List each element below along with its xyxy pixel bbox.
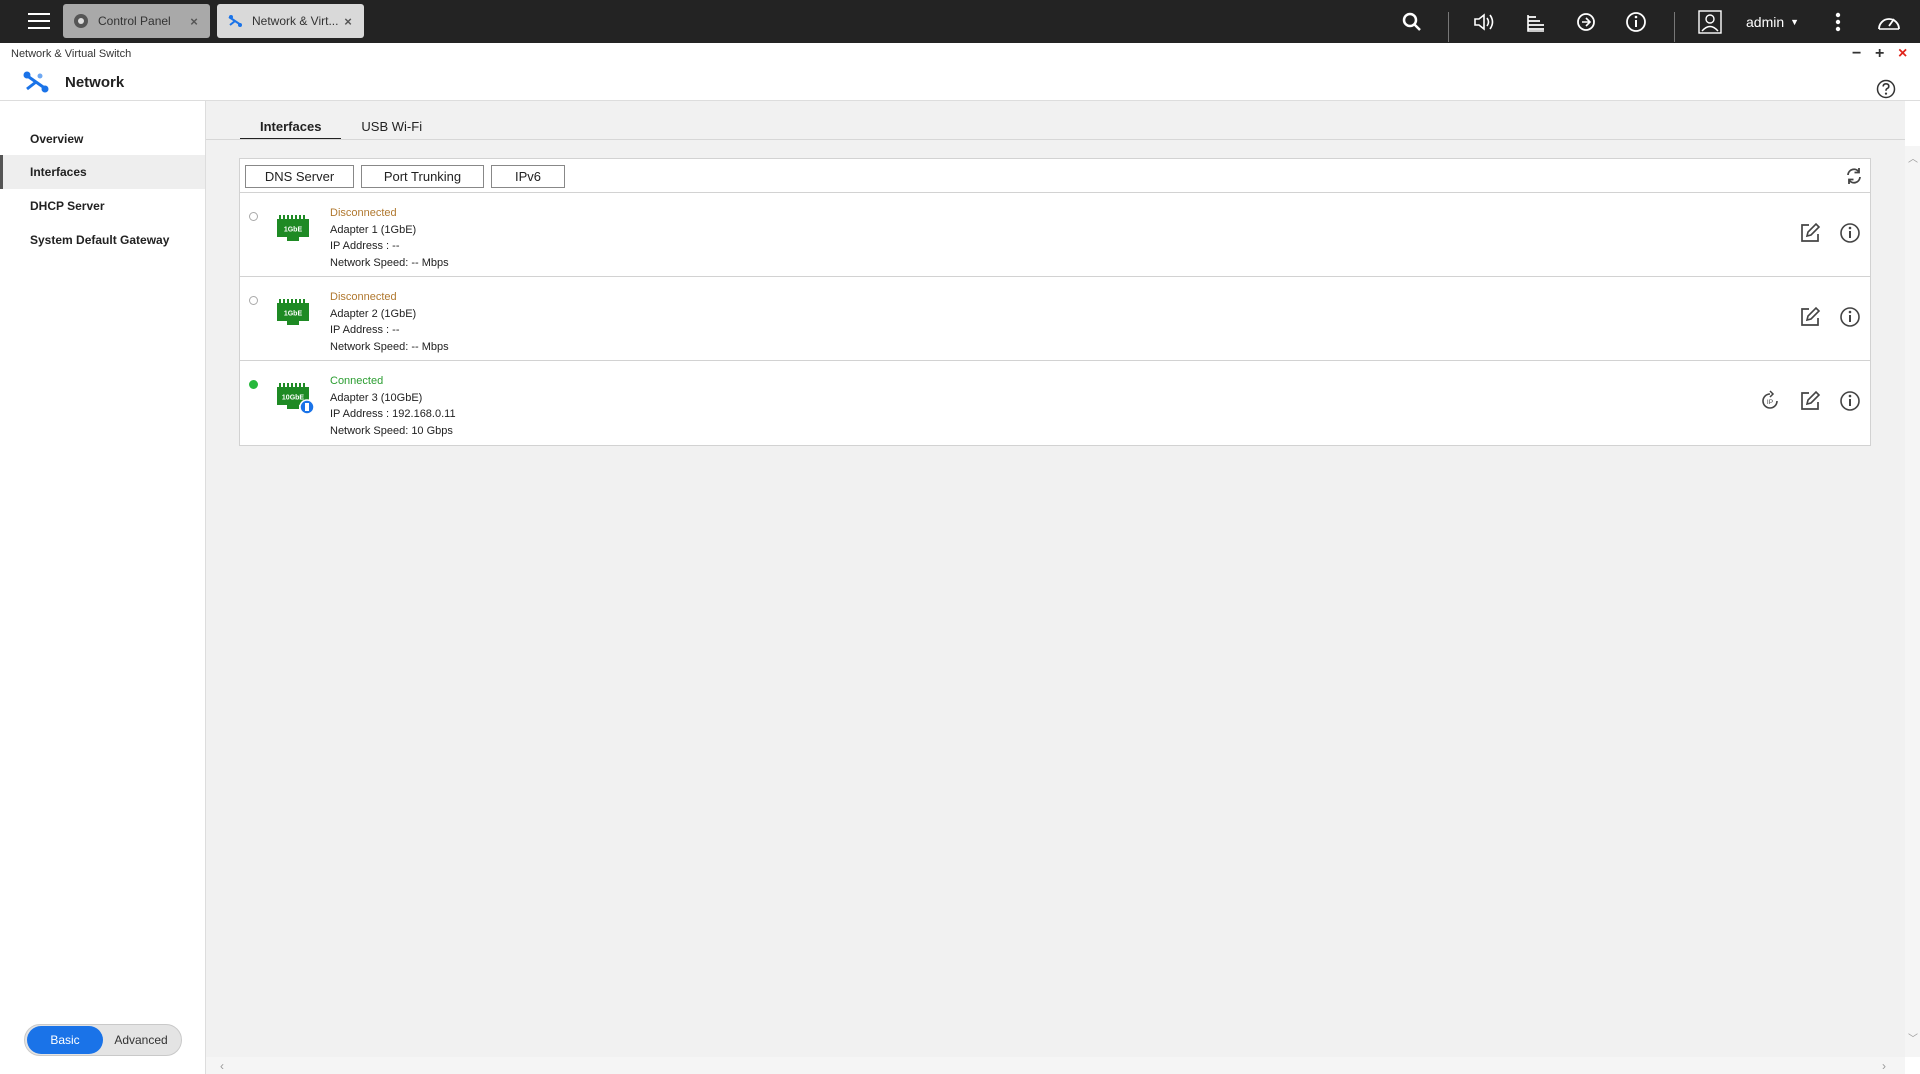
tab-control-panel[interactable]: Control Panel × — [63, 4, 210, 38]
info-icon[interactable] — [1623, 9, 1649, 35]
tab-label: Control Panel — [98, 14, 171, 28]
edit-icon[interactable] — [1799, 306, 1821, 328]
table-row: 1GbE Disconnected Adapter 2 (1GbE) IP Ad… — [240, 277, 1870, 361]
scroll-down-icon[interactable]: ﹀ — [1908, 1030, 1918, 1045]
info-icon[interactable] — [1839, 222, 1861, 244]
edit-icon[interactable] — [1799, 390, 1821, 412]
sidebar-item-interfaces[interactable]: Interfaces — [0, 155, 205, 189]
info-icon[interactable] — [1839, 390, 1861, 412]
table-row: 10GbE Connected Adapter 3 (10GbE) IP Add… — [240, 361, 1870, 445]
ethernet-port-icon: 10GbE — [277, 383, 315, 415]
more-options-icon[interactable] — [1825, 9, 1851, 35]
toolbar-separator — [1448, 12, 1449, 42]
edit-icon[interactable] — [1799, 222, 1821, 244]
network-speed: Network Speed: -- Mbps — [330, 340, 449, 353]
taskbar: Control Panel × Network & Virt... × admi… — [0, 0, 1920, 43]
sync-icon[interactable] — [1573, 9, 1599, 35]
help-icon[interactable] — [1876, 79, 1896, 99]
scroll-up-icon[interactable]: ︿ — [1908, 150, 1918, 165]
status-text: Disconnected — [330, 291, 397, 303]
adapter-name: Adapter 2 (1GbE) — [330, 307, 417, 320]
tab-close-button[interactable]: × — [188, 14, 200, 29]
minimize-button[interactable]: − — [1852, 46, 1861, 62]
sidebar-item-overview[interactable]: Overview — [0, 122, 205, 156]
tab-label: Network & Virt... — [252, 14, 339, 28]
mode-toggle: Basic Advanced — [24, 1024, 182, 1056]
main-menu-button[interactable] — [18, 8, 60, 34]
main-content: Interfaces USB Wi-Fi DNS Server Port Tru… — [206, 101, 1905, 1057]
sidebar: Overview Interfaces DHCP Server System D… — [0, 101, 206, 1074]
username: admin — [1746, 14, 1785, 30]
network-speed: Network Speed: 10 Gbps — [330, 424, 453, 437]
advanced-mode-button[interactable]: Advanced — [103, 1026, 179, 1054]
adapter-name: Adapter 3 (10GbE) — [330, 391, 423, 404]
adapter-select-radio[interactable] — [249, 212, 258, 221]
hamburger-icon — [28, 13, 50, 29]
adapter-info: Disconnected Adapter 1 (1GbE) IP Address… — [330, 205, 449, 271]
ethernet-port-icon: 1GbE — [277, 299, 309, 325]
tab-network-virtual-switch[interactable]: Network & Virt... × — [217, 4, 364, 38]
table-row: 1GbE Disconnected Adapter 1 (1GbE) IP Ad… — [240, 193, 1870, 277]
adapter-info: Connected Adapter 3 (10GbE) IP Address :… — [330, 373, 456, 439]
refresh-icon[interactable] — [1845, 167, 1863, 185]
network-speed: Network Speed: -- Mbps — [330, 256, 449, 269]
port-trunking-button[interactable]: Port Trunking — [361, 165, 484, 188]
adapter-name: Adapter 1 (1GbE) — [330, 223, 417, 236]
ethernet-port-icon: 1GbE — [277, 215, 309, 241]
vertical-scrollbar[interactable]: ︿ ﹀ — [1905, 146, 1920, 1057]
scroll-right-icon[interactable]: › — [1882, 1059, 1886, 1073]
adapter-select-radio[interactable] — [249, 380, 258, 389]
background-tasks-icon[interactable] — [1523, 9, 1549, 35]
ipv6-button[interactable]: IPv6 — [491, 165, 565, 188]
status-text: Connected — [330, 375, 384, 387]
page-title: Network — [65, 74, 125, 91]
interfaces-toolbar: DNS Server Port Trunking IPv6 — [240, 159, 1870, 193]
toolbar-separator — [1674, 12, 1675, 42]
tab-close-button[interactable]: × — [342, 14, 354, 29]
basic-mode-button[interactable]: Basic — [27, 1026, 103, 1054]
close-button[interactable]: × — [1898, 46, 1907, 62]
ip-settings-icon[interactable]: IP — [1759, 390, 1781, 412]
content-tabs: Interfaces USB Wi-Fi — [240, 119, 442, 140]
adapter-select-radio[interactable] — [249, 296, 258, 305]
dashboard-gauge-icon[interactable] — [1876, 9, 1902, 35]
tab-usb-wifi[interactable]: USB Wi-Fi — [341, 119, 442, 140]
gear-icon — [73, 13, 89, 29]
search-icon[interactable] — [1399, 9, 1425, 35]
nic-speed-badge: 10GbE — [282, 395, 305, 402]
interfaces-panel: DNS Server Port Trunking IPv6 1GbE Disco… — [239, 158, 1871, 446]
ip-address: IP Address : 192.168.0.11 — [330, 408, 456, 420]
caret-down-icon: ▼ — [1790, 17, 1800, 27]
network-icon — [227, 13, 243, 29]
ip-address: IP Address : -- — [330, 240, 400, 252]
tab-interfaces[interactable]: Interfaces — [240, 119, 342, 140]
user-menu[interactable]: admin ▼ — [1746, 14, 1799, 30]
ip-address: IP Address : -- — [330, 324, 400, 336]
status-text: Disconnected — [330, 207, 397, 219]
dns-server-button[interactable]: DNS Server — [245, 165, 354, 188]
scroll-left-icon[interactable]: ‹ — [220, 1059, 224, 1073]
nic-speed-badge: 1GbE — [284, 311, 303, 318]
svg-text:IP: IP — [1767, 399, 1773, 406]
volume-icon[interactable] — [1472, 9, 1498, 35]
network-app-icon — [23, 71, 49, 93]
sidebar-item-dhcp-server[interactable]: DHCP Server — [0, 189, 205, 223]
maximize-button[interactable]: + — [1875, 46, 1884, 62]
tabs-divider — [206, 139, 1905, 140]
nic-speed-badge: 1GbE — [284, 227, 303, 234]
info-icon[interactable] — [1839, 306, 1861, 328]
horizontal-scrollbar[interactable]: ‹ › — [206, 1057, 1905, 1074]
adapter-info: Disconnected Adapter 2 (1GbE) IP Address… — [330, 289, 449, 355]
user-avatar-icon[interactable] — [1697, 9, 1723, 35]
sidebar-item-system-default-gateway[interactable]: System Default Gateway — [0, 223, 205, 257]
window-small-title: Network & Virtual Switch — [11, 48, 132, 60]
